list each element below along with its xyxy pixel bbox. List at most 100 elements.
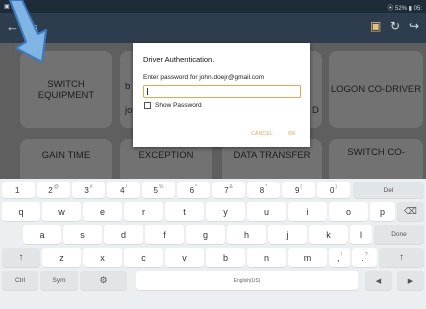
dialog-prompt: Enter password for john.doejr@gmail.com xyxy=(143,74,265,81)
cancel-button[interactable]: CANCEL xyxy=(251,131,273,137)
key-main: 3 xyxy=(84,185,89,195)
key-h[interactable]: h xyxy=(227,225,266,244)
right-arrow-icon[interactable]: ▶ xyxy=(397,271,424,290)
show-password-label[interactable]: Show Password xyxy=(155,102,202,109)
key-1[interactable]: 1 ` xyxy=(2,182,35,198)
delete-key[interactable]: Del xyxy=(353,182,424,198)
key-a[interactable]: a xyxy=(23,225,61,244)
key-v[interactable]: v xyxy=(165,248,204,267)
tile-label: GAIN TIME xyxy=(41,150,91,161)
key-p[interactable]: p xyxy=(370,202,395,221)
sync-icon[interactable]: ▣ xyxy=(370,19,381,33)
key-0[interactable]: 0) xyxy=(317,182,350,198)
ctrl-key[interactable]: Ctrl xyxy=(2,271,38,290)
tile-label: LOGON CO-DRIVER xyxy=(330,84,422,95)
key-u[interactable]: u xyxy=(247,202,286,221)
dialog-title: Driver Authentication. xyxy=(143,55,215,64)
key-alt: * xyxy=(265,184,268,190)
key-alt: @ xyxy=(53,184,59,190)
key-c[interactable]: c xyxy=(124,248,163,267)
key-x[interactable]: x xyxy=(83,248,122,267)
status-right-info: ⦿ 52% ▮ 05: xyxy=(387,6,422,12)
key-alt: & xyxy=(229,184,233,190)
tile-gain-time[interactable]: GAIN TIME xyxy=(20,139,112,184)
key-t[interactable]: t xyxy=(165,202,204,221)
key-e[interactable]: e xyxy=(83,202,122,221)
key-main: . xyxy=(361,252,364,263)
key-r[interactable]: r xyxy=(124,202,163,221)
done-key[interactable]: Done xyxy=(374,225,424,244)
tile-label: DATA TRANSFER xyxy=(233,150,311,161)
key-7[interactable]: 7 & xyxy=(212,182,245,198)
key-5[interactable]: 5% xyxy=(142,182,175,198)
key-k[interactable]: k xyxy=(309,225,348,244)
key-6[interactable]: 6 ^ xyxy=(177,182,210,198)
key-alt: ! xyxy=(340,251,342,258)
key-period[interactable]: .? xyxy=(352,248,377,267)
key-alt: ^ xyxy=(195,184,198,190)
left-arrow-icon[interactable]: ◀ xyxy=(365,271,392,290)
tile-label: SWITCH EQUIPMENT xyxy=(37,78,95,101)
key-l[interactable]: l xyxy=(350,225,372,244)
key-alt: % xyxy=(159,184,164,190)
key-y[interactable]: y xyxy=(206,202,245,221)
key-3[interactable]: 3 # xyxy=(72,182,105,198)
annotation-arrow-icon xyxy=(9,0,47,63)
tile-label: EXCEPTION xyxy=(138,150,194,161)
tile-label: SWITCH CO- xyxy=(347,147,405,158)
key-main: 0 xyxy=(329,185,335,195)
key-main: 9 xyxy=(294,185,300,195)
key-main: , xyxy=(337,252,340,263)
tile-logon-codriver[interactable]: LOGON CO-DRIVER xyxy=(329,51,423,128)
shift-right-icon[interactable]: ↑ xyxy=(379,248,424,267)
key-main: 2 xyxy=(48,185,53,195)
tile-switch-co[interactable]: SWITCH CO- xyxy=(329,139,423,184)
key-i[interactable]: i xyxy=(288,202,327,221)
key-d[interactable]: d xyxy=(104,225,143,244)
key-alt: ( xyxy=(300,184,303,190)
key-alt: ` xyxy=(20,184,23,190)
key-q[interactable]: q xyxy=(2,202,40,221)
tile-partial-b: b xyxy=(125,81,131,92)
key-main: 6 xyxy=(189,185,195,195)
key-alt: ) xyxy=(335,184,338,190)
key-main: 5 xyxy=(153,185,158,195)
key-comma[interactable]: ,! xyxy=(329,248,350,267)
tile-partial-d: D xyxy=(312,105,319,116)
key-main: 4 xyxy=(120,185,125,195)
on-screen-keyboard: 1 ` 2 @ 3 # 4/ 5% 6 ^ 7 & 8 * 9( 0) Del q w e … xyxy=(0,179,426,309)
key-z[interactable]: z xyxy=(42,248,81,267)
key-w[interactable]: w xyxy=(42,202,81,221)
key-g[interactable]: g xyxy=(186,225,225,244)
space-bar[interactable]: English(US) xyxy=(136,271,358,290)
tile-partial-jo: jo xyxy=(125,105,133,116)
driver-auth-dialog: Driver Authentication. Enter password fo… xyxy=(133,43,310,147)
sym-key[interactable]: Sym xyxy=(40,271,78,290)
key-j[interactable]: j xyxy=(268,225,307,244)
logout-icon[interactable]: ↪ xyxy=(409,19,419,33)
key-alt: # xyxy=(89,184,93,190)
password-input[interactable] xyxy=(143,85,301,98)
key-2[interactable]: 2 @ xyxy=(37,182,70,198)
key-9[interactable]: 9( xyxy=(282,182,315,198)
key-4[interactable]: 4/ xyxy=(107,182,140,198)
refresh-icon[interactable]: ↻ xyxy=(390,19,400,33)
key-main: 7 xyxy=(224,185,229,195)
key-s[interactable]: s xyxy=(63,225,102,244)
key-b[interactable]: b xyxy=(206,248,245,267)
key-alt: / xyxy=(125,184,127,190)
backspace-icon[interactable]: ⌫ xyxy=(397,202,424,221)
key-f[interactable]: f xyxy=(145,225,184,244)
key-n[interactable]: n xyxy=(247,248,286,267)
text-caret xyxy=(147,88,148,95)
key-8[interactable]: 8 * xyxy=(247,182,280,198)
settings-gear-icon[interactable]: ⚙ xyxy=(80,271,127,290)
show-password-checkbox[interactable] xyxy=(144,102,151,109)
key-alt: ? xyxy=(364,251,368,258)
key-main: 8 xyxy=(259,185,265,195)
key-o[interactable]: o xyxy=(329,202,368,221)
key-main: 1 xyxy=(14,185,20,195)
shift-icon[interactable]: ↑ xyxy=(2,248,40,267)
key-m[interactable]: m xyxy=(288,248,327,267)
ok-button[interactable]: OK xyxy=(288,131,296,137)
